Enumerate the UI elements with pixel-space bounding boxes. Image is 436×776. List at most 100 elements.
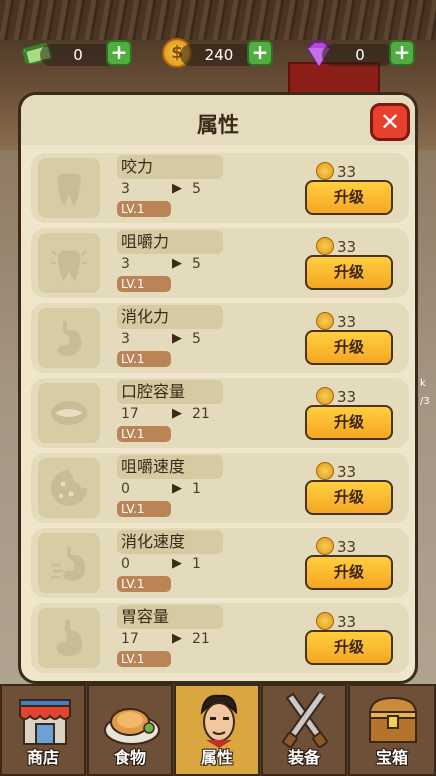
attribute-icon-box [38,533,100,593]
arrow-right-icon: ▶ [172,406,182,421]
upgrade-button[interactable]: 升级 [305,555,393,590]
arrow-right-icon: ▶ [172,256,182,271]
tab-label: 宝箱 [375,748,408,767]
coin-icon [316,162,334,180]
attribute-current-value: 17 [121,406,139,422]
character-face-icon [200,694,238,748]
attribute-current-value: 3 [121,256,130,272]
upgrade-cost: 33 [337,163,357,181]
attribute-current-value: 0 [121,481,130,497]
gem-value: 0 [355,46,365,64]
treasure-chest-icon [368,696,418,743]
stomach-icon [57,322,82,356]
tab-attributes[interactable]: 属性 [174,684,260,776]
coin-icon [316,312,334,330]
coin-value: 240 [204,46,234,64]
arrow-right-icon: ▶ [172,481,182,496]
tab-label: 属性 [200,748,233,767]
food-plate-icon [104,708,160,745]
coin-icon [316,237,334,255]
cookie-bite-icon [51,470,87,506]
attribute-level-badge: LV.1 [117,651,171,667]
coin-icon [316,612,334,630]
shop-icon [19,699,71,745]
attribute-next-value: 5 [192,331,201,347]
coin-icon [316,387,334,405]
stomach-speed-icon [51,547,86,581]
bottom-nav: 商店 食物 属性 装备 宝箱 [0,684,436,776]
tab-label: 商店 [26,748,59,767]
attribute-row: 咀嚼力 3 ▶ 5 LV.1 33 升级 [31,228,409,298]
upgrade-cost: 33 [337,238,357,256]
attribute-name: 咀嚼力 [117,230,223,254]
attribute-icon-box [38,608,100,668]
attribute-row: 咀嚼速度 0 ▶ 1 LV.1 33 升级 [31,453,409,523]
tab-label: 装备 [287,748,320,767]
attribute-current-value: 0 [121,556,130,572]
attribute-name: 咀嚼速度 [117,455,223,479]
upgrade-button[interactable]: 升级 [305,405,393,440]
attribute-icon-box [38,233,100,293]
upgrade-cost: 33 [337,538,357,556]
attribute-row: 胃容量 17 ▶ 21 LV.1 33 升级 [31,603,409,673]
attribute-next-value: 1 [192,481,201,497]
attribute-icon-box [38,158,100,218]
attribute-current-value: 17 [121,631,139,647]
add-coins-button[interactable]: + [247,40,273,66]
attribute-name: 胃容量 [117,605,223,629]
tooth-pain-icon [51,250,87,281]
upgrade-button[interactable]: 升级 [305,330,393,365]
upgrade-button[interactable]: 升级 [305,255,393,290]
upgrade-cost: 33 [337,613,357,631]
coin-icon [316,462,334,480]
attribute-next-value: 21 [192,631,210,647]
stomach-capacity-icon [57,620,83,656]
close-button[interactable]: ✕ [370,103,410,141]
arrow-right-icon: ▶ [172,556,182,571]
panel-header: 属性 ✕ [21,95,415,145]
attribute-next-value: 5 [192,256,201,272]
attribute-current-value: 3 [121,181,130,197]
upgrade-button[interactable]: 升级 [305,180,393,215]
tab-treasure[interactable]: 宝箱 [348,684,436,776]
attribute-name: 口腔容量 [117,380,223,404]
attribute-next-value: 21 [192,406,210,422]
attribute-icon-box [38,308,100,368]
tab-label: 食物 [113,748,146,767]
attribute-name: 咬力 [117,155,223,179]
background-side-text: /3 [420,396,430,407]
arrow-right-icon: ▶ [172,181,182,196]
add-gems-button[interactable]: + [389,40,415,66]
attribute-level-badge: LV.1 [117,351,171,367]
attribute-row: 消化速度 0 ▶ 1 LV.1 33 升级 [31,528,409,598]
add-cash-button[interactable]: + [106,40,132,66]
attribute-row: 咬力 3 ▶ 5 LV.1 33 升级 [31,153,409,223]
upgrade-button[interactable]: 升级 [305,480,393,515]
attribute-name: 消化速度 [117,530,223,554]
attribute-next-value: 5 [192,181,201,197]
upgrade-cost: 33 [337,313,357,331]
background-thatch-roof [0,0,436,40]
attribute-level-badge: LV.1 [117,426,171,442]
attribute-level-badge: LV.1 [117,201,171,217]
background-side-text: k [420,378,426,389]
upgrade-cost: 33 [337,388,357,406]
attribute-row: 口腔容量 17 ▶ 21 LV.1 33 升级 [31,378,409,448]
arrow-right-icon: ▶ [172,631,182,646]
attribute-icon-box [38,458,100,518]
upgrade-button[interactable]: 升级 [305,630,393,665]
panel-title: 属性 [197,113,239,137]
attributes-panel: 属性 ✕ 咬力 3 ▶ 5 LV.1 33 升级 咀嚼力 3 ▶ 5 LV.1 33 升级 消化力 3 ▶ 5 LV… [18,92,418,684]
attribute-name: 消化力 [117,305,223,329]
tab-equipment[interactable]: 装备 [261,684,347,776]
tab-food[interactable]: 食物 [87,684,173,776]
mouth-icon [51,401,87,425]
arrow-right-icon: ▶ [172,331,182,346]
attribute-row: 消化力 3 ▶ 5 LV.1 33 升级 [31,303,409,373]
tab-shop[interactable]: 商店 [0,684,86,776]
coin-icon [316,537,334,555]
tooth-crown-icon [57,173,81,206]
attribute-level-badge: LV.1 [117,501,171,517]
fork-knife-icon [282,692,328,748]
attribute-next-value: 1 [192,556,201,572]
